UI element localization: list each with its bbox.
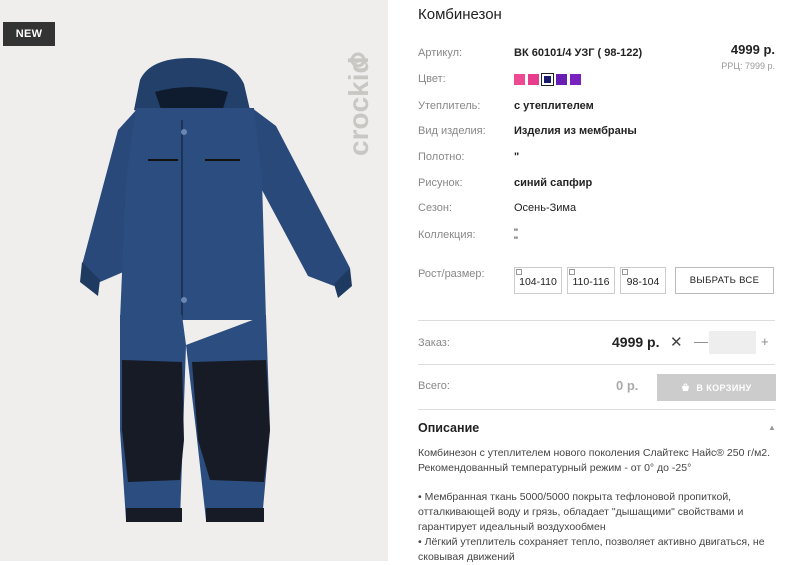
checkbox-icon[interactable] — [622, 269, 628, 275]
decrement-button[interactable]: — — [694, 333, 708, 349]
attr-label-article: Артикул: — [418, 47, 463, 59]
attr-value-article: ВК 60101/4 УЗГ ( 98-122) — [514, 47, 643, 59]
attr-value-pattern: синий сапфир — [514, 177, 593, 189]
increment-button[interactable]: + — [761, 334, 769, 349]
attr-value-season: Осень-Зима — [514, 202, 577, 214]
divider — [418, 320, 775, 321]
new-badge: NEW — [3, 22, 55, 46]
order-label: Заказ: — [418, 337, 450, 349]
size-option-110-116[interactable]: 110-116 — [567, 267, 615, 294]
product-title: Комбинезон — [418, 6, 502, 23]
product-price: 4999 р. — [730, 42, 775, 57]
description-text: Комбинезон с утеплителем нового поколени… — [418, 446, 780, 565]
attr-value-fabric: " — [514, 151, 520, 163]
chevron-up-icon[interactable]: ▲ — [768, 423, 776, 432]
add-to-cart-button[interactable]: В КОРЗИНУ — [657, 374, 776, 401]
color-swatch-3-selected[interactable] — [541, 73, 554, 86]
description-paragraph: Комбинезон с утеплителем нового поколени… — [418, 447, 771, 474]
attr-value-type: Изделия из мембраны — [514, 125, 637, 137]
checkbox-icon[interactable] — [569, 269, 575, 275]
divider — [418, 364, 775, 365]
attr-label-size: Рост/размер: — [418, 268, 485, 280]
size-option-98-104[interactable]: 98-104 — [620, 267, 666, 294]
multiply-icon: ✕ — [670, 334, 683, 351]
select-all-button[interactable]: ВЫБРАТЬ ВСЕ — [675, 267, 774, 294]
description-title[interactable]: Описание — [418, 421, 479, 435]
attr-label-color: Цвет: — [418, 73, 446, 85]
brand-logo: crockid — [343, 52, 374, 156]
size-label: 110-116 — [572, 276, 610, 288]
attr-label-collection: Коллекция: — [418, 229, 476, 241]
recommended-price: РРЦ: 7999 р. — [721, 61, 775, 71]
svg-text:crockid: crockid — [343, 56, 374, 156]
attr-label-pattern: Рисунок: — [418, 177, 463, 189]
size-label: 98-104 — [626, 276, 660, 288]
description-paragraph: • Мембранная ткань 5000/5000 покрыта теф… — [418, 491, 744, 533]
attr-label-insulation: Утеплитель: — [418, 100, 481, 112]
color-swatch-1[interactable] — [514, 74, 525, 85]
checkbox-icon[interactable] — [516, 269, 522, 275]
attr-value-collection-2: " — [514, 235, 518, 247]
color-swatches — [514, 73, 581, 86]
size-label: 104-110 — [519, 276, 557, 288]
color-swatch-2[interactable] — [528, 74, 539, 85]
size-option-104-110[interactable]: 104-110 — [514, 267, 562, 294]
order-price: 4999 р. — [612, 334, 660, 350]
product-photo: NEW crockid — [0, 0, 388, 561]
add-to-cart-label: В КОРЗИНУ — [696, 382, 752, 393]
total-label: Всего: — [418, 380, 450, 392]
attr-label-fabric: Полотно: — [418, 151, 465, 163]
quantity-input[interactable] — [709, 331, 756, 354]
attr-label-season: Сезон: — [418, 202, 452, 214]
color-swatch-5[interactable] — [570, 74, 581, 85]
cart-icon — [682, 383, 690, 391]
attr-label-type: Вид изделия: — [418, 125, 486, 137]
divider — [418, 409, 775, 410]
attr-value-insulation: с утеплителем — [514, 100, 594, 112]
color-swatch-4[interactable] — [556, 74, 567, 85]
total-value: 0 р. — [616, 378, 639, 393]
